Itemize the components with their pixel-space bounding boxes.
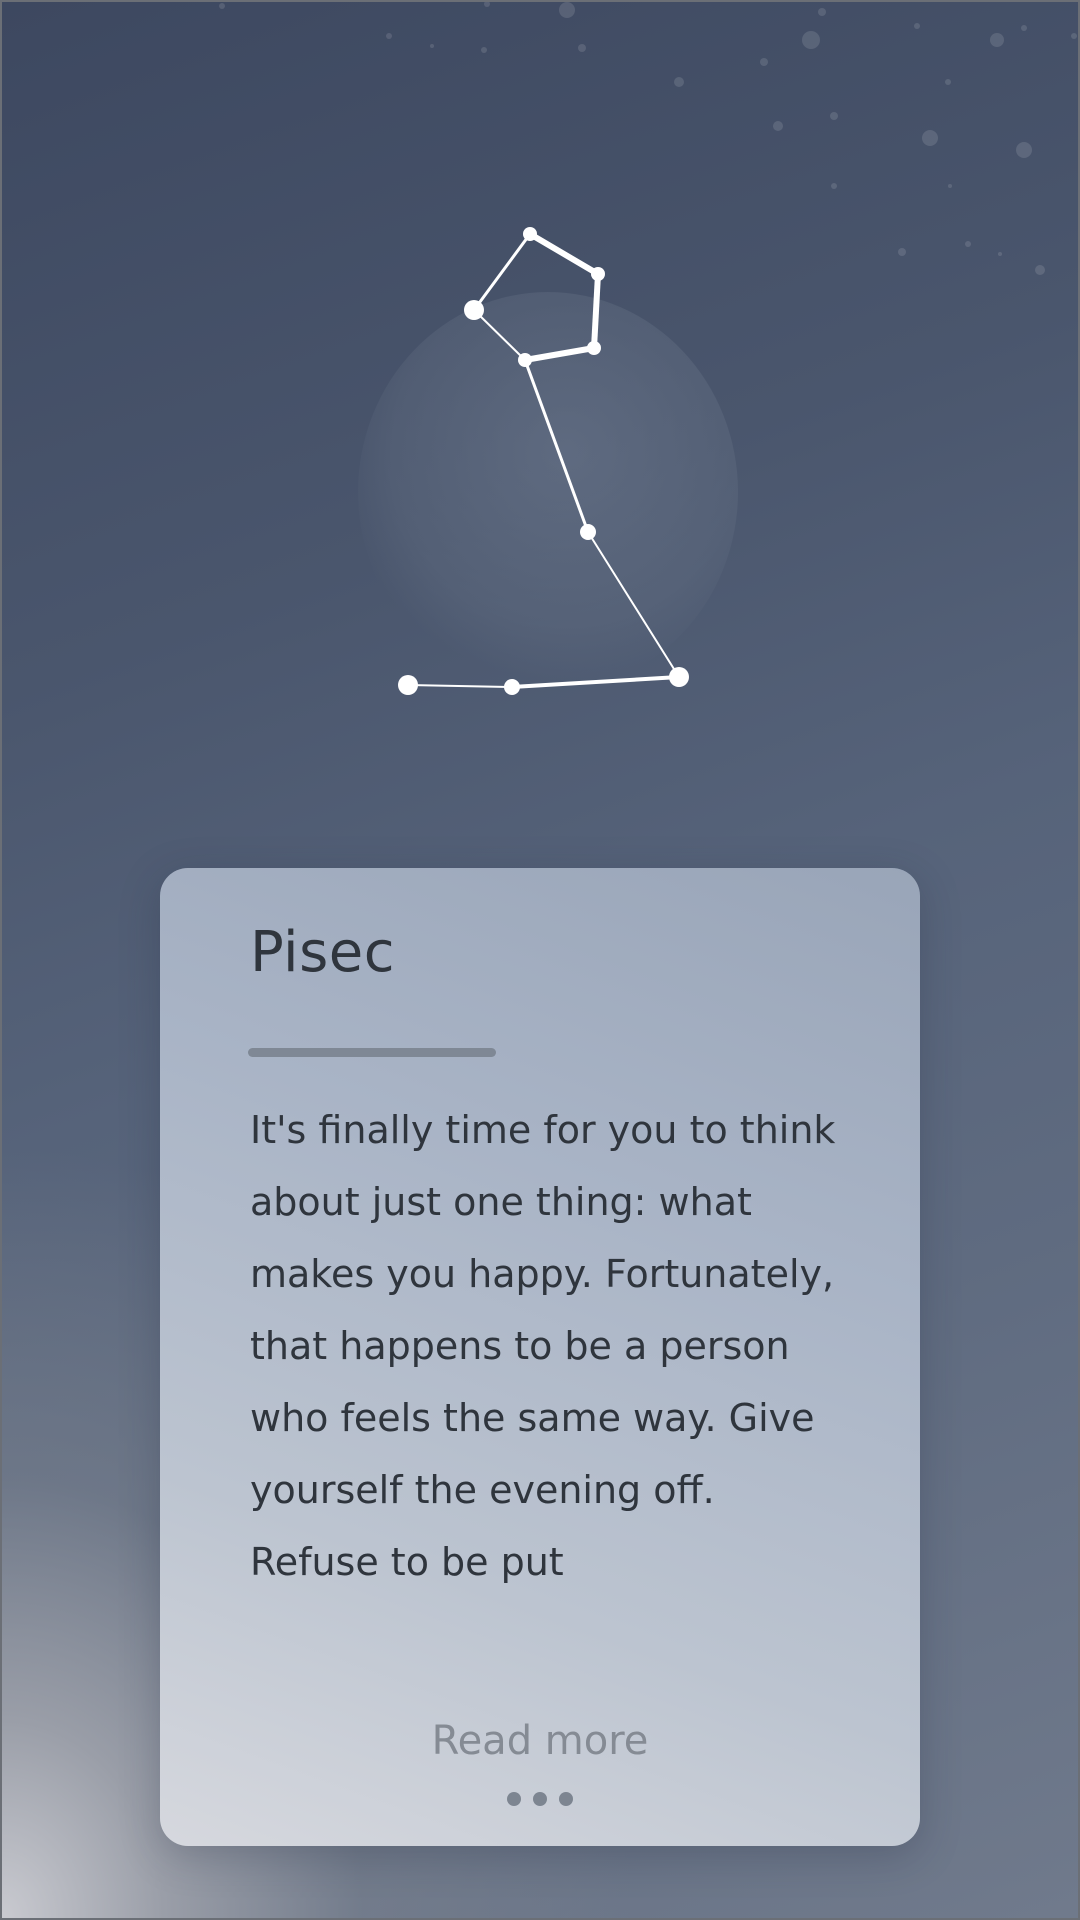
sign-title: Pisec: [250, 920, 396, 985]
pager-dot[interactable]: [507, 1792, 521, 1806]
horoscope-card: Pisec It's finally time for you to think…: [160, 868, 920, 1846]
horoscope-screen: Pisec It's finally time for you to think…: [0, 0, 1080, 1920]
title-divider: [248, 1048, 496, 1057]
pager-dot[interactable]: [559, 1792, 573, 1806]
horoscope-text: It's finally time for you to think about…: [250, 1108, 836, 1584]
pager-dot[interactable]: [533, 1792, 547, 1806]
pager-dots: [160, 1792, 920, 1806]
read-more-button[interactable]: Read more: [160, 1718, 920, 1764]
